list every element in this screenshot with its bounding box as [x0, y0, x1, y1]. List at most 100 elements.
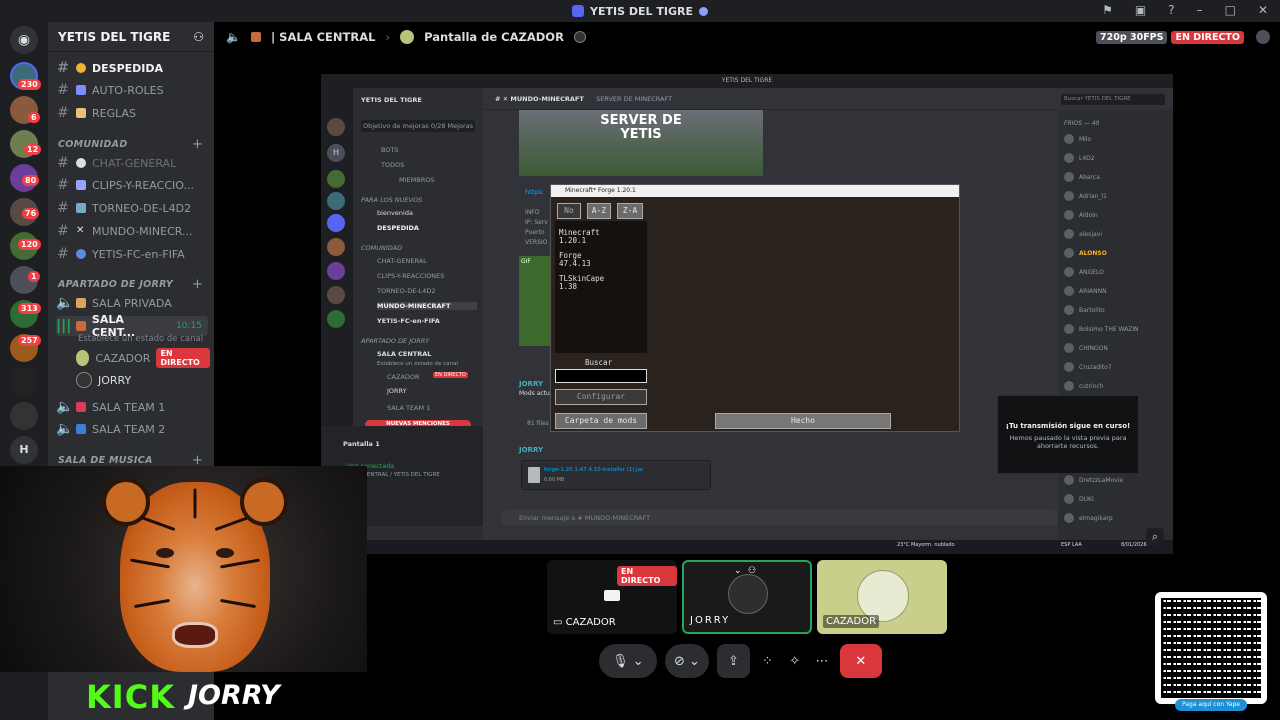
add-channel-icon[interactable]: + — [192, 137, 203, 152]
camera-off-button[interactable]: ⊘ ⌄ — [664, 644, 710, 678]
stream-paused-toast: ¡Tu transmisión sigue en curso! Hemos pa… — [997, 395, 1139, 474]
team-red-icon — [76, 402, 86, 412]
channel-clips[interactable]: # CLIPS-Y-REACCIO... — [56, 175, 208, 195]
server-icon[interactable]: H — [10, 436, 38, 464]
category-musica[interactable]: SALA DE MUSICA + — [58, 453, 203, 468]
tiger-mask-face — [102, 478, 288, 672]
channel-status-hint[interactable]: Establece un estado de canal — [78, 334, 203, 344]
server-icon[interactable] — [10, 402, 38, 430]
shared-server-name: YETIS DEL TIGRE — [361, 96, 422, 104]
share-screen-button[interactable]: ⇪ — [717, 644, 750, 678]
hash-icon: # — [57, 155, 69, 171]
server-icon — [327, 118, 345, 136]
member: L4D2 — [1064, 153, 1095, 163]
avatar — [1064, 191, 1074, 201]
voice-sala-team-1[interactable]: 🔈 SALA TEAM 1 — [56, 397, 208, 417]
goal-label: Objetivo de mejoras — [363, 122, 429, 130]
leave-call-button[interactable]: ✕ — [839, 644, 882, 678]
chat-icon[interactable] — [1256, 30, 1270, 44]
avatar — [1064, 229, 1074, 239]
category-jorry[interactable]: APARTADO DE JORRY + — [58, 277, 203, 292]
avatar — [1064, 362, 1074, 372]
chevron-down-icon[interactable]: ⌄ — [734, 566, 742, 576]
channel-chat-general[interactable]: # CHAT-GENERAL — [56, 153, 208, 173]
channel-label: CLIPS-Y-REACCIO... — [92, 178, 194, 192]
embed-line: INFO — [525, 209, 540, 216]
server-icon[interactable] — [10, 368, 38, 396]
channel-auto-roles[interactable]: # AUTO-ROLES — [56, 80, 208, 100]
add-channel-icon[interactable]: + — [192, 277, 203, 292]
side-item: bienvenida — [377, 209, 413, 217]
mod-entry[interactable]: Forge 47.4.13 — [559, 252, 591, 268]
category-comunidad[interactable]: COMUNIDAD + — [58, 137, 203, 152]
minimize-button[interactable]: – — [1197, 3, 1203, 17]
participant-tile-jorry[interactable]: ⌄ ⚇ JORRY — [682, 560, 812, 634]
minecraft-mods-window[interactable]: Minecraft* Forge 1.20.1 No A-Z Z-A Minec… — [550, 184, 960, 432]
speaker-icon: 🔈 — [226, 30, 241, 44]
member-name: DretzzLaMovie — [1079, 476, 1124, 484]
help-icon[interactable]: ? — [1168, 3, 1174, 17]
close-button[interactable]: ✕ — [1258, 3, 1268, 17]
avatar — [1064, 475, 1074, 485]
microphone-button[interactable]: 🎙 ⌄ — [599, 644, 657, 678]
member-name: alexjavi — [1079, 230, 1103, 238]
sort-az-button[interactable]: A-Z — [587, 203, 611, 219]
embed-line: VERSIO — [525, 239, 548, 246]
inbox-icon[interactable]: ▣ — [1135, 3, 1146, 17]
shared-channel-topic: SERVER DE MINECRAFT — [596, 95, 673, 103]
participant-tile-cazador[interactable]: CAZADOR — [817, 560, 947, 634]
server-name-header[interactable]: YETIS DEL TIGRE ⚇ — [48, 22, 214, 52]
stream-header: 🔈 | SALA CENTRAL › Pantalla de CAZADOR 7… — [214, 22, 1280, 52]
voice-sala-team-2[interactable]: 🔈 SALA TEAM 2 — [56, 419, 208, 439]
maximize-button[interactable]: □ — [1225, 3, 1236, 17]
voice-sala-privada[interactable]: 🔈 SALA PRIVADA — [56, 293, 208, 313]
voice-member-cazador[interactable]: CAZADOR EN DIRECTO — [76, 348, 210, 368]
avatar — [1064, 494, 1074, 504]
shared-screen[interactable]: YETIS DEL TIGRE H YETIS DEL TIGRE Objeti… — [321, 74, 1173, 554]
eye — [156, 548, 174, 558]
soundboard-button[interactable]: ✧ — [785, 644, 804, 678]
voice-member-jorry[interactable]: JORRY — [76, 370, 210, 390]
configure-button[interactable]: Configurar — [555, 389, 647, 405]
side-item: DESPEDIDA — [377, 224, 419, 232]
done-button[interactable]: Hecho — [715, 413, 891, 429]
toast-title: ¡Tu transmisión sigue en curso! — [1005, 422, 1131, 430]
add-people-icon[interactable]: ⚇ — [748, 566, 756, 576]
shared-channel-name: MUNDO-MINECRAFT — [510, 95, 584, 103]
side-item: MUNDO-MINECRAFT — [377, 302, 477, 310]
taskbar-lang: ESP LAA — [1061, 542, 1082, 548]
participant-tile-cazador-stream[interactable]: EN DIRECTO ▭ CAZADOR — [547, 560, 677, 634]
mod-entry[interactable]: Minecraft 1.20.1 — [559, 229, 600, 245]
voice-channel-name[interactable]: | SALA CENTRAL — [271, 30, 375, 44]
hash-icon: # — [57, 105, 69, 121]
activities-button[interactable]: ⁘ — [758, 644, 777, 678]
member-name: cutrinch — [1079, 382, 1104, 390]
mod-entry[interactable]: TLSkinCape 1.38 — [559, 275, 604, 291]
mods-folder-button[interactable]: Carpeta de mods — [555, 413, 647, 429]
member: Adrian_l1 — [1064, 191, 1107, 201]
add-member-icon[interactable]: ⚇ — [193, 30, 204, 44]
shared-member-list: FRIOS — 40 Milo L4D2 Abarca Adrian_l1 Al… — [1058, 110, 1173, 540]
discord-home-icon[interactable]: ◉ — [10, 26, 38, 54]
channel-label: SALA TEAM 2 — [92, 422, 166, 436]
channel-torneo[interactable]: # TORNEO-DE-L4D2 — [56, 198, 208, 218]
avatar — [1064, 305, 1074, 315]
channel-yetis-fc[interactable]: # YETIS-FC-en-FIFA — [56, 244, 208, 264]
channel-despedida[interactable]: # DESPEDIDA — [56, 58, 208, 78]
globe-icon — [76, 249, 86, 259]
channel-mundo-minecraft[interactable]: # ✕ MUNDO-MINECR... — [56, 221, 208, 241]
flag-icon[interactable]: ⚑ — [1102, 3, 1113, 17]
zoom-icon[interactable]: ⌕ — [1146, 528, 1164, 546]
avatar — [1064, 324, 1074, 334]
unread-badge: 313 — [18, 303, 41, 314]
sort-none-button[interactable]: No — [557, 203, 581, 219]
avatar — [76, 372, 92, 388]
channel-reglas[interactable]: # REGLAS — [56, 103, 208, 123]
mod-search-input[interactable] — [555, 369, 647, 383]
member: ALONSO — [1064, 248, 1107, 258]
sort-za-button[interactable]: Z-A — [617, 203, 643, 219]
unread-badge: 6 — [28, 112, 40, 123]
more-options-button[interactable]: ⋯ — [812, 644, 831, 678]
channel-label: AUTO-ROLES — [92, 83, 164, 97]
voice-sala-central[interactable]: ||| SALA CENT... 10:15 — [56, 313, 208, 339]
